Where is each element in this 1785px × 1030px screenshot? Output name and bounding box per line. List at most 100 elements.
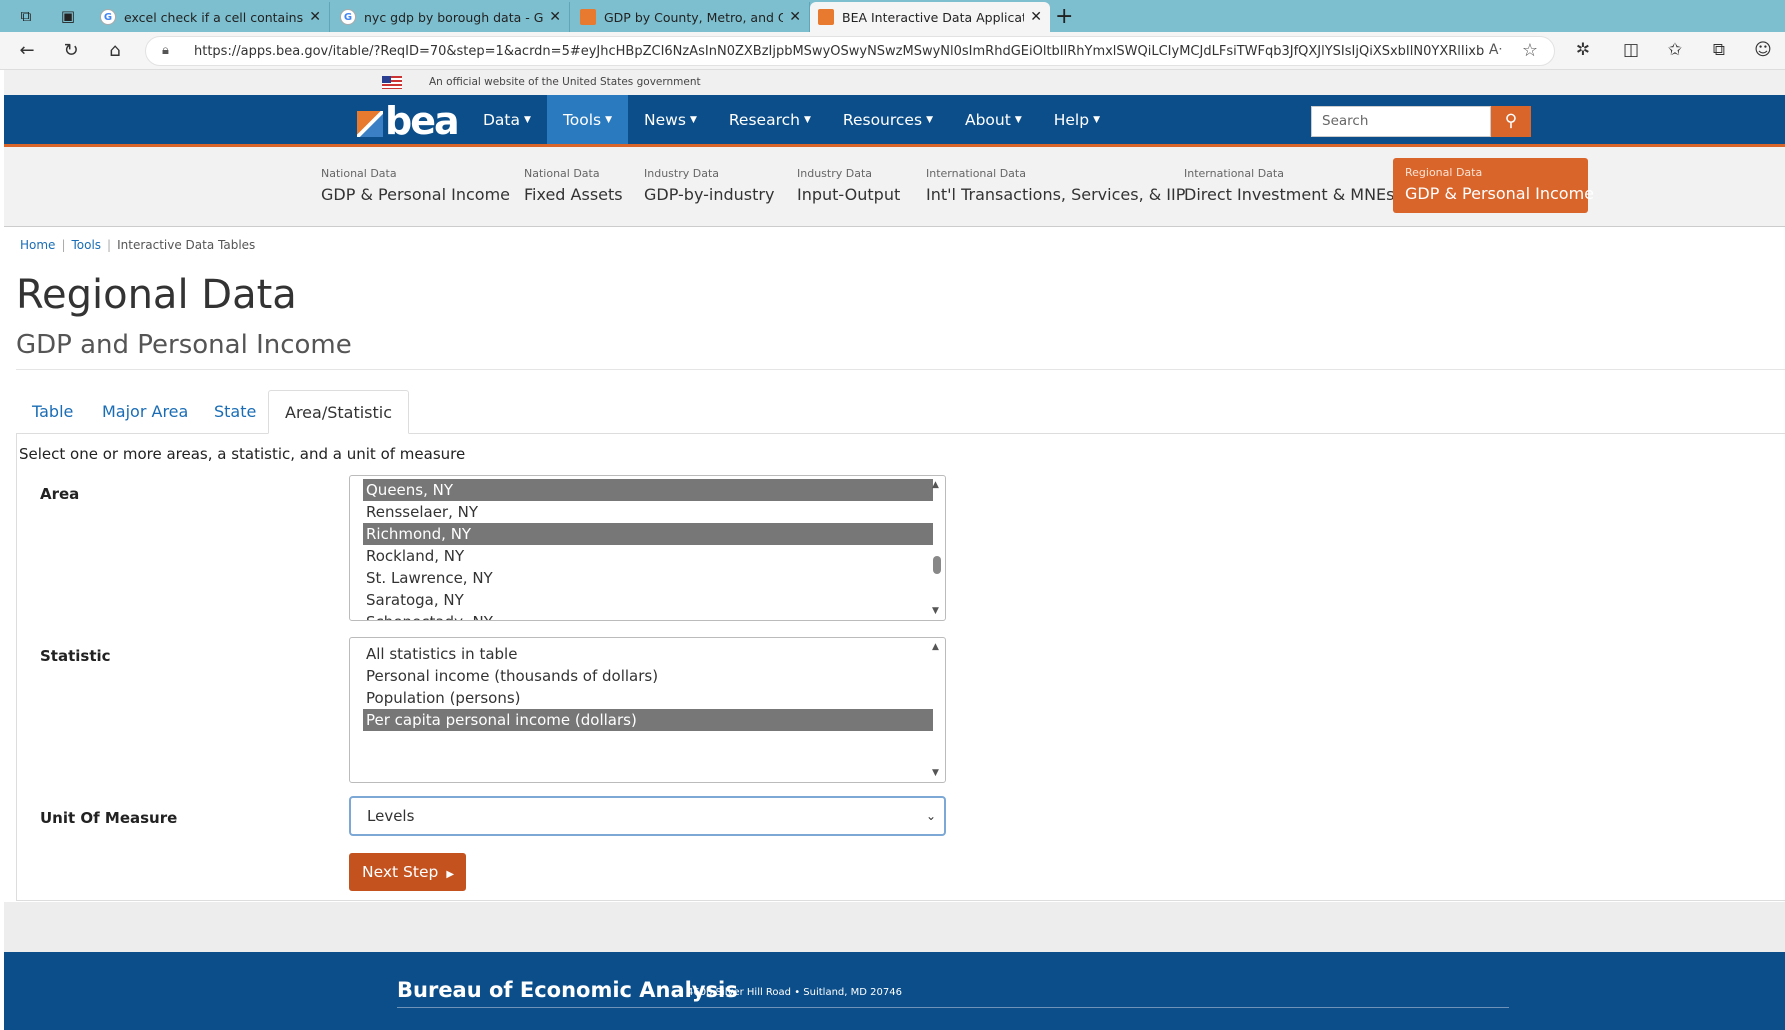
- home-icon[interactable]: ⌂: [104, 40, 126, 62]
- close-icon[interactable]: ✕: [549, 9, 561, 25]
- site-search-input[interactable]: Search: [1311, 106, 1491, 137]
- breadcrumb-tools[interactable]: Tools: [71, 238, 101, 252]
- breadcrumb: Home | Tools | Interactive Data Tables: [20, 238, 255, 252]
- main-navigation: bea Data ▼ Tools ▼ News ▼ Research ▼ Resourc…: [4, 95, 1785, 147]
- workspaces-icon[interactable]: ⧉: [16, 6, 36, 26]
- footer: Bureau of Economic Analysis 4600 Silver …: [4, 952, 1785, 1030]
- nav-help[interactable]: Help ▼: [1038, 95, 1116, 144]
- statistic-scrollbar[interactable]: ▲ ▼: [929, 638, 945, 782]
- url-text: https://apps.bea.gov/itable/?ReqID=70&st…: [194, 44, 1484, 59]
- close-icon[interactable]: ✕: [1030, 9, 1042, 25]
- subnav-national-gdp[interactable]: National Data GDP & Personal Income: [321, 147, 510, 227]
- subnav-label: Fixed Assets: [524, 185, 623, 204]
- statistic-option[interactable]: All statistics in table: [363, 643, 933, 665]
- google-icon: G: [100, 9, 116, 25]
- instruction-text: Select one or more areas, a statistic, a…: [19, 445, 466, 463]
- nav-data[interactable]: Data ▼: [467, 95, 547, 144]
- url-field[interactable]: 🔒︎ https://apps.bea.gov/itable/?ReqID=70…: [145, 36, 1555, 66]
- nav-news[interactable]: News ▼: [628, 95, 713, 144]
- caret-down-icon: ▼: [1014, 114, 1022, 125]
- search-icon[interactable]: ⚲: [1491, 106, 1531, 137]
- extensions-icon[interactable]: ✲: [1572, 40, 1594, 60]
- caret-down-icon: ▼: [1093, 114, 1100, 125]
- new-tab-icon[interactable]: +: [1055, 4, 1073, 29]
- close-icon[interactable]: ✕: [309, 9, 321, 25]
- scroll-down-icon[interactable]: ▼: [932, 768, 939, 778]
- collections-icon[interactable]: ⧉: [1708, 40, 1730, 60]
- split-screen-icon[interactable]: ◫: [1620, 40, 1642, 60]
- browser-tab-active[interactable]: BEA Interactive Data Application ✕: [810, 2, 1050, 32]
- statistic-option[interactable]: Per capita personal income (dollars): [363, 709, 933, 731]
- subnav-label: GDP-by-industry: [644, 185, 775, 204]
- area-option[interactable]: Rockland, NY: [363, 545, 933, 567]
- subnav-category: Regional Data: [1405, 166, 1483, 179]
- scroll-up-icon[interactable]: ▲: [932, 642, 939, 652]
- area-option[interactable]: Rensselaer, NY: [363, 501, 933, 523]
- bea-logo[interactable]: bea: [357, 99, 460, 143]
- subnav-gdp-by-industry[interactable]: Industry Data GDP-by-industry: [644, 147, 774, 227]
- next-step-button[interactable]: Next Step ▶: [349, 853, 466, 891]
- unit-selected-value: Levels: [367, 807, 415, 825]
- area-option[interactable]: Schenectady, NY: [363, 611, 933, 620]
- nav-about[interactable]: About ▼: [949, 95, 1038, 144]
- read-aloud-icon[interactable]: Aᐧ: [1489, 42, 1502, 58]
- browser-tab[interactable]: G excel check if a cell contains spec ✕: [92, 2, 330, 32]
- subnav-intl-transactions[interactable]: International Data Int'l Transactions, S…: [926, 147, 1185, 227]
- tab-state[interactable]: State: [198, 390, 272, 434]
- nav-label: News: [644, 110, 686, 129]
- logo-text: bea: [385, 99, 460, 143]
- gov-banner: An official website of the United States…: [4, 70, 1785, 95]
- subnav-category: Industry Data: [797, 167, 873, 180]
- area-option[interactable]: Richmond, NY: [363, 523, 933, 545]
- refresh-icon[interactable]: ↻: [60, 40, 82, 62]
- back-icon[interactable]: ←: [16, 40, 38, 62]
- statistic-option[interactable]: Personal income (thousands of dollars): [363, 665, 933, 687]
- subnav-category: International Data: [926, 167, 1026, 180]
- favorites-icon[interactable]: ✩: [1664, 40, 1686, 60]
- tab-area-statistic[interactable]: Area/Statistic: [268, 390, 410, 434]
- subnav-input-output[interactable]: Industry Data Input-Output: [797, 147, 901, 227]
- scroll-thumb[interactable]: [933, 556, 941, 574]
- statistic-listbox[interactable]: All statistics in table Personal income …: [349, 637, 946, 783]
- breadcrumb-home[interactable]: Home: [20, 238, 55, 252]
- subnav-label: Direct Investment & MNEs: [1184, 185, 1395, 204]
- caret-down-icon: ▼: [926, 114, 933, 125]
- lock-icon: 🔒︎: [162, 43, 169, 58]
- nav-research[interactable]: Research ▼: [713, 95, 827, 144]
- subnav-direct-investment[interactable]: International Data Direct Investment & M…: [1184, 147, 1394, 227]
- scroll-down-icon[interactable]: ▼: [932, 606, 939, 616]
- profile-icon[interactable]: ☺: [1752, 40, 1774, 60]
- address-bar-row: ← ↻ ⌂ 🔒︎ https://apps.bea.gov/itable/?Re…: [0, 32, 1785, 70]
- area-option[interactable]: Queens, NY: [363, 479, 933, 501]
- page-subtitle: GDP and Personal Income: [16, 330, 352, 360]
- nav-label: Research: [728, 110, 800, 129]
- browser-tab-title: nyc gdp by borough data - Goog: [364, 9, 544, 25]
- close-icon[interactable]: ✕: [789, 9, 801, 25]
- area-option[interactable]: Saratoga, NY: [363, 589, 933, 611]
- unit-label: Unit Of Measure: [40, 809, 178, 827]
- subnav-label: Input-Output: [797, 185, 901, 204]
- caret-down-icon: ▼: [803, 114, 811, 125]
- selection-panel: Select one or more areas, a statistic, a…: [16, 433, 1785, 901]
- area-listbox[interactable]: Queens, NY Rensselaer, NY Richmond, NY R…: [349, 475, 946, 621]
- subnav-fixed-assets[interactable]: National Data Fixed Assets: [524, 147, 624, 227]
- area-label: Area: [40, 485, 80, 503]
- scroll-up-icon[interactable]: ▲: [932, 480, 939, 490]
- nav-tools[interactable]: Tools ▼: [546, 95, 629, 144]
- unit-of-measure-select[interactable]: Levels ⌄: [349, 796, 946, 836]
- statistic-label: Statistic: [40, 647, 111, 665]
- statistic-option[interactable]: Population (persons): [363, 687, 933, 709]
- tab-table[interactable]: Table: [16, 390, 89, 434]
- browser-tab[interactable]: G nyc gdp by borough data - Goog ✕: [332, 2, 570, 32]
- area-option[interactable]: St. Lawrence, NY: [363, 567, 933, 589]
- nav-resources[interactable]: Resources ▼: [827, 95, 949, 144]
- page-title: Regional Data: [16, 272, 297, 318]
- tab-actions-icon[interactable]: ▣: [58, 6, 78, 26]
- area-scrollbar[interactable]: ▲ ▼: [929, 476, 945, 620]
- nav-label: Help: [1053, 110, 1090, 129]
- favorite-star-icon[interactable]: ☆: [1522, 40, 1538, 61]
- tab-major-area[interactable]: Major Area: [86, 390, 204, 434]
- subnav-label: GDP & Personal Income: [1405, 184, 1594, 203]
- browser-tab[interactable]: GDP by County, Metro, and Othe ✕: [572, 2, 810, 32]
- subnav-regional-gdp[interactable]: Regional Data GDP & Personal Income: [1393, 158, 1594, 213]
